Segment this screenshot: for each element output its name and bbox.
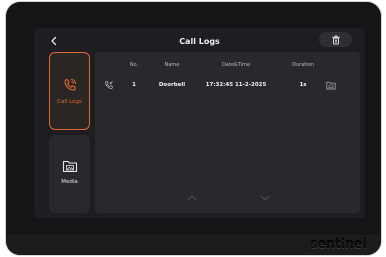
sidebar-item-label: Media [61,179,78,185]
column-header-name: Name [164,62,180,68]
phone-ring-icon [63,79,76,91]
screen: Call Logs Call Logs Media No. Name Date&… [34,28,365,218]
column-header-datetime: Date&Time [221,62,251,68]
chevron-down-icon[interactable] [258,194,272,202]
brand-logo: sentinel [310,237,367,251]
call-log-table: No. Name Date&Time Duration 1 Doorbell 1… [95,52,360,213]
folder-image-icon [62,160,77,173]
trash-icon [331,35,340,44]
column-header-duration: Duration [292,62,314,68]
folder-icon[interactable] [326,81,336,90]
sidebar-item-call-logs[interactable]: Call Logs [49,52,90,130]
call-incoming-icon [105,81,113,89]
cell-name: Doorbell [158,82,186,88]
cell-no: 1 [132,82,136,88]
chevron-up-icon[interactable] [185,194,199,202]
cell-duration: 1s [299,82,307,88]
cell-datetime: 17:32:45 11-2-2025 [205,82,267,88]
device-frame: Call Logs Call Logs Media No. Name Date&… [6,2,381,255]
device-chin: sentinel [6,235,381,255]
page-title: Call Logs [179,37,220,46]
delete-button[interactable] [319,32,352,47]
sidebar-item-media[interactable]: Media [49,135,90,213]
sidebar-item-label: Call Logs [57,99,82,105]
column-header-no: No. [129,62,139,68]
